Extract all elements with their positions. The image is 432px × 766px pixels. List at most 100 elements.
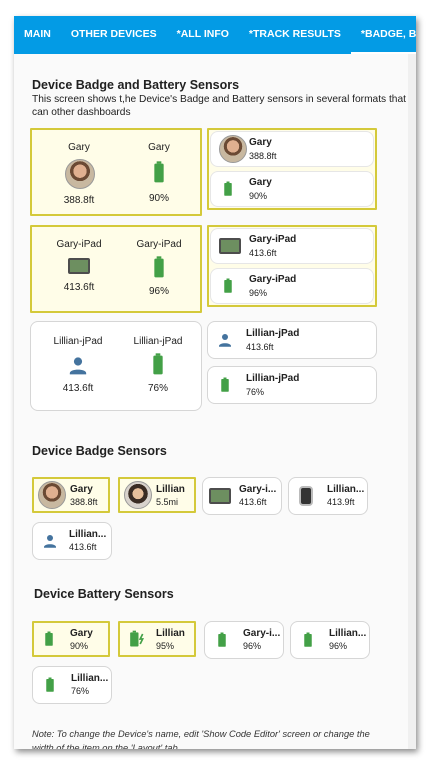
battery-value: 90% <box>249 191 268 201</box>
battery-full-icon <box>46 677 54 692</box>
battery-chip-lillian-ipad[interactable]: Lillian... 76% <box>32 666 112 704</box>
battery-value: 95% <box>156 641 175 651</box>
avatar <box>68 258 90 274</box>
gary-avatar-icon <box>65 159 95 189</box>
device-name: Lillian-jPad <box>133 336 183 347</box>
distance-value: 413.6ft <box>62 383 94 394</box>
device-name: Lillian-jPad <box>246 328 300 339</box>
avatar <box>209 488 231 504</box>
battery-value: 90% <box>148 193 169 204</box>
ipad-icon <box>209 488 231 504</box>
device-name: Lillian... <box>329 628 367 639</box>
battery-chip-lillian-watch[interactable]: Lillian... 96% <box>290 621 370 659</box>
battery-chip-lillian[interactable]: Lillian 95% <box>118 621 196 657</box>
battery-full-icon <box>224 181 232 196</box>
distance-value: 388.8ft <box>63 195 95 206</box>
tab-all-info[interactable]: *ALL INFO <box>167 16 239 54</box>
distance-value: 388.8ft <box>70 497 98 507</box>
avatar <box>124 481 152 509</box>
list-card-gary-battery[interactable]: Gary 90% <box>210 171 374 207</box>
device-name: Gary <box>148 142 170 153</box>
battery-value: 96% <box>148 286 169 297</box>
battery-cell: Gary 90% <box>120 142 198 204</box>
battery-full-icon <box>224 278 232 293</box>
battery-cell: Lillian-jPad 76% <box>119 336 197 394</box>
grid-card-gary[interactable]: Gary 388.8ft Gary 90% <box>30 128 202 216</box>
device-name: Gary <box>249 137 272 148</box>
device-name: Gary-i... <box>243 628 281 639</box>
avatar <box>299 486 313 506</box>
lillian-avatar-icon <box>124 481 152 509</box>
device-name: Lillian... <box>71 673 109 684</box>
list-card-lillian-ipad-badge[interactable]: Lillian-jPad 413.6ft <box>207 321 377 359</box>
gary-avatar-icon <box>219 135 247 163</box>
list-card-lillian-ipad-battery[interactable]: Lillian-jPad 76% <box>207 366 377 404</box>
battery-charging-icon <box>130 630 145 647</box>
section-title-badge-battery: Device Badge and Battery Sensors <box>32 78 240 92</box>
scrollbar[interactable] <box>408 54 416 749</box>
distance-value: 5.5mi <box>156 497 179 507</box>
battery-chip-gary[interactable]: Gary 90% <box>32 621 110 657</box>
section-title-battery: Device Battery Sensors <box>34 587 174 601</box>
footer-note: Note: To change the Device's name, edit … <box>32 729 370 749</box>
battery-value: 76% <box>147 383 168 394</box>
distance-value: 413.9ft <box>327 497 355 507</box>
device-name: Gary <box>249 177 272 188</box>
dashboard-window: MAIN OTHER DEVICES *ALL INFO *TRACK RESU… <box>14 16 416 749</box>
distance-value: 413.6ft <box>246 342 274 352</box>
battery-value: 90% <box>70 641 89 651</box>
distance-value: 388.8ft <box>249 151 277 161</box>
watch-icon <box>299 486 313 506</box>
battery-full-icon <box>154 161 164 183</box>
device-name: Lillian <box>156 484 185 495</box>
battery-cell: Gary-iPad 96% <box>120 239 198 297</box>
badge-cell: Gary 388.8ft <box>40 142 118 206</box>
device-name: Lillian-jPad <box>53 336 103 347</box>
badge-chip-gary-ipad[interactable]: Gary-i... 413.6ft <box>202 477 282 515</box>
list-card-gary-badge[interactable]: Gary 388.8ft <box>210 131 374 167</box>
device-name: Gary <box>70 484 93 495</box>
tab-main[interactable]: MAIN <box>14 16 61 54</box>
avatar <box>65 159 95 189</box>
badge-chip-lillian[interactable]: Lillian 5.5mi <box>118 477 196 513</box>
person-icon <box>44 535 56 548</box>
distance-value: 413.6ft <box>239 497 267 507</box>
device-name: Lillian <box>156 628 185 639</box>
battery-full-icon <box>221 377 229 392</box>
distance-value: 413.6ft <box>63 282 95 293</box>
section-description: This screen shows t,he Device's Badge an… <box>32 94 406 118</box>
section-title-badge: Device Badge Sensors <box>32 444 167 458</box>
avatar <box>219 135 247 163</box>
tab-badge-battery[interactable]: *BADGE, BATTERY <box>350 16 416 54</box>
distance-value: 413.6ft <box>249 248 277 258</box>
battery-chip-gary-ipad[interactable]: Gary-i... 96% <box>204 621 284 659</box>
battery-value: 96% <box>249 288 268 298</box>
ipad-icon <box>219 238 241 254</box>
device-name: Gary-iPad <box>249 274 297 285</box>
battery-full-icon <box>304 632 312 647</box>
battery-value: 96% <box>243 641 262 651</box>
tab-other-devices[interactable]: OTHER DEVICES <box>61 16 167 54</box>
list-card-gary-ipad-battery[interactable]: Gary-iPad 96% <box>210 268 374 304</box>
badge-chip-lillian-watch[interactable]: Lillian... 413.9ft <box>288 477 368 515</box>
list-card-gary-ipad-badge[interactable]: Gary-iPad 413.6ft <box>210 228 374 264</box>
avatar <box>38 481 66 509</box>
badge-chip-gary[interactable]: Gary 388.8ft <box>32 477 110 513</box>
grid-card-lillian-ipad[interactable]: Lillian-jPad 413.6ft Lillian-jPad 76% <box>30 321 202 411</box>
badge-cell: Lillian-jPad 413.6ft <box>39 336 117 394</box>
grid-card-gary-ipad[interactable]: Gary-iPad 413.6ft Gary-iPad 96% <box>30 225 202 313</box>
tab-track-results[interactable]: *TRACK RESULTS <box>239 16 351 54</box>
ipad-icon <box>68 258 90 274</box>
battery-full-icon <box>218 632 226 647</box>
avatar <box>219 238 241 254</box>
device-name: Lillian-jPad <box>246 373 300 384</box>
device-name: Gary <box>68 142 90 153</box>
battery-value: 76% <box>71 686 90 696</box>
battery-value: 76% <box>246 387 265 397</box>
badge-cell: Gary-iPad 413.6ft <box>40 239 118 293</box>
person-icon <box>219 334 231 347</box>
device-name: Lillian... <box>327 484 365 495</box>
badge-chip-lillian-ipad[interactable]: Lillian... 413.6ft <box>32 522 112 560</box>
tab-bar: MAIN OTHER DEVICES *ALL INFO *TRACK RESU… <box>14 16 416 54</box>
device-name: Gary-iPad <box>136 239 182 250</box>
